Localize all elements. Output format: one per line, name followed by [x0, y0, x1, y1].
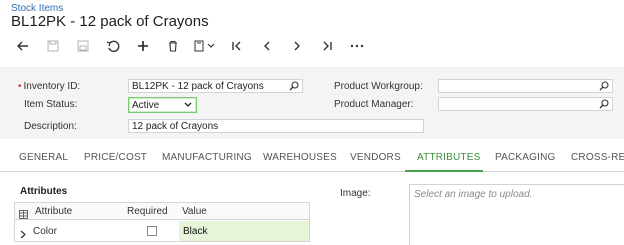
- attribute-cell: Color: [33, 226, 57, 237]
- search-icon[interactable]: [289, 81, 299, 91]
- search-icon[interactable]: [599, 99, 609, 109]
- product-manager-label: Product Manager:: [334, 99, 414, 110]
- add-icon[interactable]: [128, 38, 158, 54]
- previous-record-icon[interactable]: [252, 38, 282, 54]
- tab-general[interactable]: GENERAL: [19, 152, 68, 163]
- copy-paste-icon[interactable]: [188, 38, 222, 54]
- value-cell-text: Black: [183, 226, 208, 237]
- more-icon[interactable]: [342, 38, 372, 54]
- tab-price-cost[interactable]: PRICE/COST: [84, 152, 147, 163]
- tab-bar: GENERAL PRICE/COST MANUFACTURING WAREHOU…: [0, 148, 624, 172]
- search-icon[interactable]: [599, 81, 609, 91]
- product-workgroup-label: Product Workgroup:: [334, 81, 423, 92]
- toolbar: [8, 38, 372, 54]
- grid-header: Attribute Required Value: [15, 203, 309, 220]
- item-status-label: Item Status:: [24, 99, 78, 110]
- back-arrow-icon[interactable]: [8, 38, 38, 54]
- tab-manufacturing[interactable]: MANUFACTURING: [162, 152, 252, 163]
- first-record-icon[interactable]: [222, 38, 252, 54]
- tab-cross-ref[interactable]: CROSS-REF: [571, 152, 624, 163]
- chevron-down-icon: [183, 100, 193, 110]
- table-row[interactable]: Color Black: [15, 221, 309, 241]
- save-icon[interactable]: [38, 38, 68, 54]
- description-label: Description:: [24, 121, 77, 132]
- chevron-right-icon[interactable]: [20, 226, 26, 244]
- product-workgroup-field[interactable]: [438, 79, 613, 93]
- tab-warehouses[interactable]: WAREHOUSES: [263, 152, 337, 163]
- item-status-select[interactable]: Active: [128, 97, 197, 113]
- column-header-required[interactable]: Required: [127, 206, 168, 217]
- image-label: Image:: [340, 188, 371, 199]
- page-title: BL12PK - 12 pack of Crayons: [11, 13, 209, 30]
- tab-vendors[interactable]: VENDORS: [350, 152, 401, 163]
- tab-attributes[interactable]: ATTRIBUTES: [417, 152, 480, 163]
- column-header-value[interactable]: Value: [182, 206, 207, 217]
- delete-icon[interactable]: [158, 38, 188, 54]
- image-upload-placeholder: Select an image to upload.: [414, 189, 533, 200]
- description-field[interactable]: 12 pack of Crayons: [128, 119, 424, 133]
- inventory-id-field[interactable]: BL12PK - 12 pack of Crayons: [128, 79, 303, 93]
- next-record-icon[interactable]: [282, 38, 312, 54]
- column-header-attribute[interactable]: Attribute: [35, 206, 72, 217]
- undo-icon[interactable]: [98, 38, 128, 54]
- selected-tab-indicator: [405, 170, 483, 172]
- save-close-icon[interactable]: [68, 38, 98, 54]
- attributes-grid: Attribute Required Value Color Black: [14, 202, 310, 242]
- inventory-id-label: • Inventory ID:: [18, 81, 81, 92]
- required-checkbox[interactable]: [147, 226, 157, 236]
- product-manager-field[interactable]: [438, 97, 613, 111]
- tab-packaging[interactable]: PACKAGING: [495, 152, 556, 163]
- last-record-icon[interactable]: [312, 38, 342, 54]
- attributes-section-title: Attributes: [20, 186, 68, 197]
- value-cell[interactable]: Black: [179, 221, 309, 241]
- image-upload-area[interactable]: Select an image to upload.: [409, 184, 624, 245]
